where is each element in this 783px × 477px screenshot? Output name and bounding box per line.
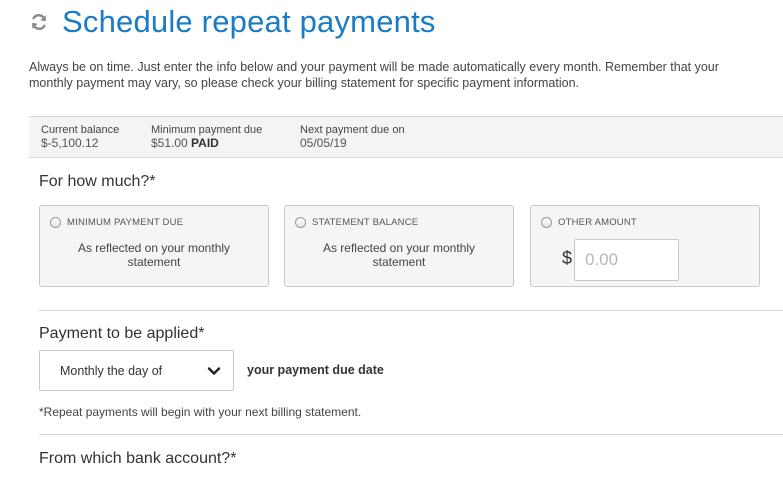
next-payment-due: Next payment due on 05/05/19 (300, 124, 405, 150)
next-payment-due-value: 05/05/19 (300, 136, 347, 150)
statement-balance-desc-line-2: statement (372, 255, 426, 269)
repeat-payments-footnote: *Repeat payments will begin with your ne… (39, 405, 362, 419)
current-balance: Current balance $-5,100.12 (41, 124, 119, 150)
due-date-suffix: your payment due date (247, 363, 384, 377)
statement-balance-desc-line-1: As reflected on your monthly (322, 241, 476, 255)
minimum-payment-description: As reflected on your monthly statement (40, 241, 268, 269)
payment-timing-select[interactable]: Monthly the day of (39, 350, 234, 391)
current-balance-value: $-5,100.12 (41, 136, 99, 150)
page-title: Schedule repeat payments (62, 4, 436, 39)
account-summary-bar: Current balance $-5,100.12 Minimum payme… (29, 116, 783, 158)
minimum-payment-radio[interactable] (50, 217, 61, 228)
divider (39, 434, 783, 435)
paid-status: PAID (191, 136, 219, 150)
minimum-payment: Minimum payment due $51.00 PAID (151, 124, 262, 150)
currency-symbol: $ (562, 248, 573, 268)
chevron-down-icon (207, 364, 221, 378)
minimum-payment-desc-line-1: As reflected on your monthly (77, 241, 231, 255)
statement-balance-label: STATEMENT BALANCE (312, 217, 419, 228)
minimum-payment-label: MINIMUM PAYMENT DUE (67, 217, 184, 228)
divider (39, 310, 783, 311)
option-minimum-payment[interactable]: MINIMUM PAYMENT DUE As reflected on your… (39, 205, 269, 287)
minimum-payment-value-row: $51.00 PAID (151, 137, 262, 150)
amount-heading: For how much?* (39, 173, 156, 190)
intro-text: Always be on time. Just enter the info b… (29, 59, 783, 91)
payment-timing-value: Monthly the day of (60, 364, 163, 378)
bank-account-heading: From which bank account?* (39, 450, 237, 467)
intro-line-1: Always be on time. Just enter the info b… (29, 60, 719, 74)
option-other-amount[interactable]: OTHER AMOUNT $ (530, 205, 760, 287)
refresh-icon (28, 11, 50, 33)
apply-heading: Payment to be applied* (39, 325, 205, 342)
other-amount-label: OTHER AMOUNT (558, 217, 637, 228)
intro-line-2: monthly payment may vary, so please chec… (29, 76, 580, 90)
other-amount-radio[interactable] (541, 217, 552, 228)
other-amount-input[interactable] (574, 239, 679, 281)
page-header: Schedule repeat payments (28, 4, 436, 40)
option-statement-balance[interactable]: STATEMENT BALANCE As reflected on your m… (284, 205, 514, 287)
statement-balance-description: As reflected on your monthly statement (285, 241, 513, 269)
minimum-payment-value: $51.00 (151, 136, 188, 150)
minimum-payment-desc-line-2: statement (127, 255, 181, 269)
statement-balance-radio[interactable] (295, 217, 306, 228)
